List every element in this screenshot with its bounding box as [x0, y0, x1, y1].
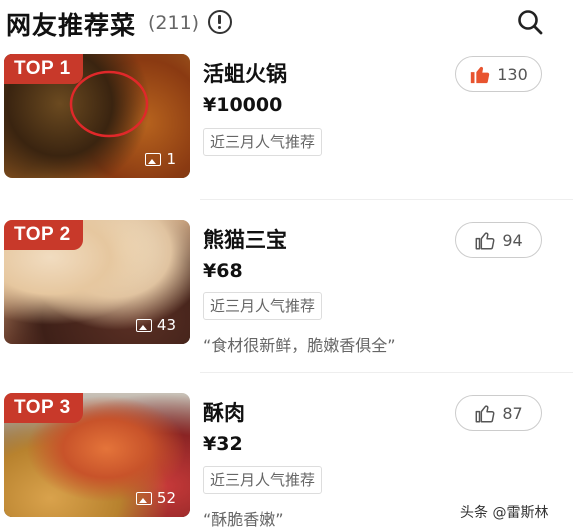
dish-price: ¥68: [203, 260, 243, 282]
dish-price: ¥10000: [203, 94, 283, 116]
watermark: 头条 @雷斯林: [460, 505, 549, 521]
dish-name[interactable]: 熊猫三宝: [203, 224, 287, 254]
review-quote: “食材很新鲜，脆嫩香俱全”: [203, 336, 396, 355]
rank-badge: TOP 1: [4, 54, 83, 84]
dish-photo[interactable]: TOP 1 1: [4, 54, 190, 178]
divider: [200, 199, 573, 200]
dish-price: ¥32: [203, 433, 243, 455]
popularity-tag: 近三月人气推荐: [203, 128, 323, 156]
photo-count: 1: [145, 150, 176, 168]
search-icon[interactable]: [516, 8, 544, 36]
image-icon: [145, 152, 162, 166]
like-button[interactable]: 94: [455, 222, 542, 258]
photo-count-value: 52: [156, 489, 176, 507]
dish-card[interactable]: TOP 2 43 熊猫三宝 ¥68 近三月人气推荐 “食材很新鲜，脆嫩香俱全” …: [0, 212, 573, 382]
thumbs-up-icon: [475, 232, 495, 250]
like-button[interactable]: 87: [455, 395, 542, 431]
dish-photo[interactable]: TOP 2 43: [4, 220, 190, 344]
like-count: 130: [497, 64, 528, 84]
popularity-tag: 近三月人气推荐: [203, 466, 323, 494]
dish-name[interactable]: 活蛆火锅: [203, 58, 287, 88]
info-circle-icon[interactable]: [208, 10, 232, 34]
dish-photo[interactable]: TOP 3 52: [4, 393, 190, 517]
page-title: 网友推荐菜: [6, 11, 137, 40]
photo-count-value: 1: [166, 150, 176, 168]
header: 网友推荐菜 (211): [0, 0, 573, 46]
image-icon: [135, 318, 152, 332]
image-icon: [135, 491, 152, 505]
like-count: 94: [502, 230, 523, 250]
dish-name[interactable]: 酥肉: [203, 397, 245, 427]
rank-badge: TOP 2: [4, 220, 83, 250]
dish-card[interactable]: TOP 1 1 活蛆火锅 ¥10000 近三月人气推荐 130: [0, 46, 573, 216]
photo-count-value: 43: [156, 316, 176, 334]
review-quote: “酥脆香嫩”: [203, 510, 284, 529]
photo-count: 43: [135, 316, 176, 334]
divider: [200, 372, 573, 373]
popularity-tag: 近三月人气推荐: [203, 292, 323, 320]
recommend-count: (211): [148, 12, 200, 34]
like-count: 87: [502, 403, 523, 423]
thumbs-up-icon: [471, 66, 490, 84]
thumbs-up-icon: [475, 405, 495, 423]
photo-count: 52: [135, 489, 176, 507]
like-button[interactable]: 130: [455, 56, 542, 92]
rank-badge: TOP 3: [4, 393, 83, 423]
